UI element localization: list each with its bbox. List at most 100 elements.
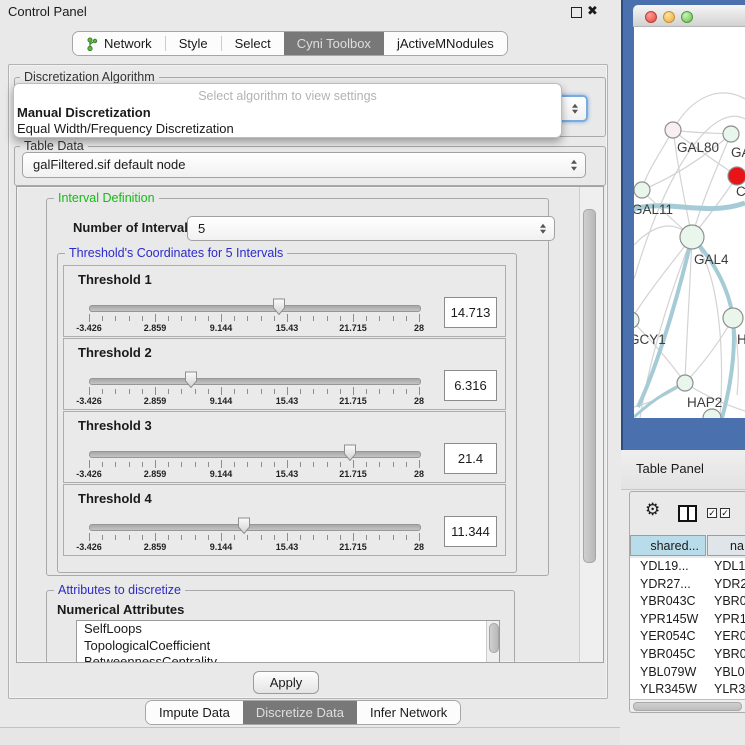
network-node[interactable] bbox=[703, 409, 721, 418]
screen: Control Panel ✖ NetworkStyleSelectCyni T… bbox=[0, 0, 745, 745]
network-node[interactable] bbox=[723, 308, 743, 328]
slider-thumb[interactable] bbox=[343, 444, 357, 467]
network-edge[interactable] bbox=[673, 130, 731, 134]
slider-track[interactable] bbox=[89, 305, 421, 312]
network-node[interactable] bbox=[665, 122, 681, 138]
dropdown-option[interactable]: Manual Discretization bbox=[17, 105, 151, 120]
float-window-icon[interactable] bbox=[571, 7, 582, 18]
slider-tick bbox=[142, 535, 143, 540]
checkbox-icon[interactable]: ✓ bbox=[707, 508, 717, 518]
slider-track[interactable] bbox=[89, 378, 421, 385]
slider-tick bbox=[300, 389, 301, 394]
network-edge[interactable] bbox=[673, 93, 745, 130]
tab-cyni-toolbox[interactable]: Cyni Toolbox bbox=[284, 32, 384, 55]
numerical-attributes-list[interactable]: SelfLoopsTopologicalCoefficientBetweenne… bbox=[76, 620, 500, 663]
column-header-shared[interactable]: shared... bbox=[630, 535, 706, 556]
network-node[interactable] bbox=[680, 225, 704, 249]
slider-track[interactable] bbox=[89, 451, 421, 458]
slider-tick-label: 15.43 bbox=[265, 396, 309, 406]
tab-jactivemnodules[interactable]: jActiveMNodules bbox=[384, 32, 507, 55]
dropdown-option[interactable]: Equal Width/Frequency Discretization bbox=[17, 121, 234, 136]
attribute-list-item[interactable]: SelfLoops bbox=[77, 621, 499, 638]
slider-tick bbox=[102, 316, 103, 321]
table-hscrollbar[interactable] bbox=[630, 699, 745, 711]
table-row[interactable]: YBR045CYBR0 bbox=[630, 646, 745, 664]
zoom-traffic-light-icon[interactable] bbox=[681, 11, 693, 23]
table-row[interactable]: YPR145WYPR1 bbox=[630, 611, 745, 629]
network-node[interactable] bbox=[723, 126, 739, 142]
network-node[interactable] bbox=[728, 167, 745, 185]
slider-thumb[interactable] bbox=[237, 517, 251, 540]
slider-tick-label: -3.426 bbox=[67, 323, 111, 333]
tab-network[interactable]: Network bbox=[73, 32, 165, 55]
slider-tick bbox=[155, 387, 156, 395]
split-view-icon[interactable] bbox=[678, 505, 697, 522]
table-row[interactable]: YDR27...YDR2 bbox=[630, 576, 745, 594]
table-row[interactable]: YDL19...YDL1 bbox=[630, 558, 745, 576]
panel-scrollbar-thumb[interactable] bbox=[583, 209, 596, 563]
close-icon[interactable]: ✖ bbox=[587, 3, 598, 19]
network-node[interactable] bbox=[634, 312, 639, 328]
slider-tick-label: 15.43 bbox=[265, 469, 309, 479]
control-panel-titlebar: Control Panel ✖ bbox=[0, 0, 620, 24]
slider-tick bbox=[287, 314, 288, 322]
slider-tick bbox=[181, 316, 182, 321]
threshold-value-field[interactable]: 21.4 bbox=[444, 443, 497, 474]
num-intervals-combobox[interactable]: 5 bbox=[187, 216, 555, 241]
table-data-group-title: Table Data bbox=[20, 139, 88, 153]
slider-tick bbox=[247, 316, 248, 321]
slider-tick bbox=[195, 316, 196, 321]
network-canvas[interactable]: GAL80GACGAL11GAL4GCY1HHAP2 bbox=[634, 27, 745, 418]
slider-thumb[interactable] bbox=[184, 371, 198, 394]
network-node[interactable] bbox=[677, 375, 693, 391]
combo-arrows-icon bbox=[572, 103, 578, 114]
slider-tick-label: 28 bbox=[397, 469, 441, 479]
slider-tick bbox=[155, 460, 156, 468]
tab-discretize-data[interactable]: Discretize Data bbox=[243, 701, 357, 724]
table-row[interactable]: YLR345WYLR3 bbox=[630, 681, 745, 699]
attribute-list-item[interactable]: BetweennessCentrality bbox=[77, 654, 499, 663]
network-edge[interactable] bbox=[692, 237, 733, 318]
slider-tick bbox=[221, 314, 222, 322]
minimize-traffic-light-icon[interactable] bbox=[663, 11, 675, 23]
apply-button-label: Apply bbox=[270, 675, 303, 690]
attributes-group-title: Attributes to discretize bbox=[54, 583, 185, 597]
slider-tick bbox=[287, 387, 288, 395]
table-row[interactable]: YER054C YER0 bbox=[630, 628, 745, 646]
network-edge[interactable] bbox=[685, 318, 733, 383]
slider-thumb[interactable] bbox=[272, 298, 286, 321]
slider-tick bbox=[353, 533, 354, 541]
panel-scrollbar[interactable] bbox=[579, 187, 604, 662]
gear-icon[interactable]: ⚙ bbox=[645, 501, 660, 518]
slider-tick bbox=[393, 535, 394, 540]
tab-style[interactable]: Style bbox=[166, 32, 221, 55]
slider-track[interactable] bbox=[89, 524, 421, 531]
tab-select[interactable]: Select bbox=[222, 32, 284, 55]
attribute-list-item[interactable]: TopologicalCoefficient bbox=[77, 638, 499, 655]
threshold-value-field[interactable]: 6.316 bbox=[444, 370, 497, 401]
slider-tick bbox=[327, 535, 328, 540]
slider-tick bbox=[353, 387, 354, 395]
slider-tick bbox=[181, 535, 182, 540]
slider-tick bbox=[168, 389, 169, 394]
checkbox-icon[interactable]: ✓ bbox=[720, 508, 730, 518]
network-node-label: HAP2 bbox=[687, 395, 722, 410]
slider-tick bbox=[406, 535, 407, 540]
close-traffic-light-icon[interactable] bbox=[645, 11, 657, 23]
tab-impute-data[interactable]: Impute Data bbox=[146, 701, 243, 724]
cell-name: YER0 bbox=[714, 629, 745, 643]
node-table[interactable]: YDL19...YDL1YDR27...YDR2YBR043CYBR0YPR14… bbox=[630, 558, 745, 699]
table-row[interactable]: YBR043CYBR0 bbox=[630, 593, 745, 611]
table-row[interactable]: YBL079WYBL0 bbox=[630, 664, 745, 682]
threshold-value-field[interactable]: 11.344 bbox=[444, 516, 497, 547]
tab-infer-network[interactable]: Infer Network bbox=[357, 701, 460, 724]
cell-shared-name: YER054C bbox=[640, 629, 696, 643]
network-node[interactable] bbox=[634, 182, 650, 198]
table-data-combobox[interactable]: galFiltered.sif default node bbox=[22, 152, 586, 178]
network-edge[interactable] bbox=[642, 130, 673, 190]
slider-tick-label: 28 bbox=[397, 323, 441, 333]
threshold-value-field[interactable]: 14.713 bbox=[444, 297, 497, 328]
column-header-name[interactable]: na bbox=[707, 535, 745, 556]
apply-button[interactable]: Apply bbox=[253, 671, 319, 694]
attributes-list-scrollbar[interactable] bbox=[486, 621, 499, 663]
